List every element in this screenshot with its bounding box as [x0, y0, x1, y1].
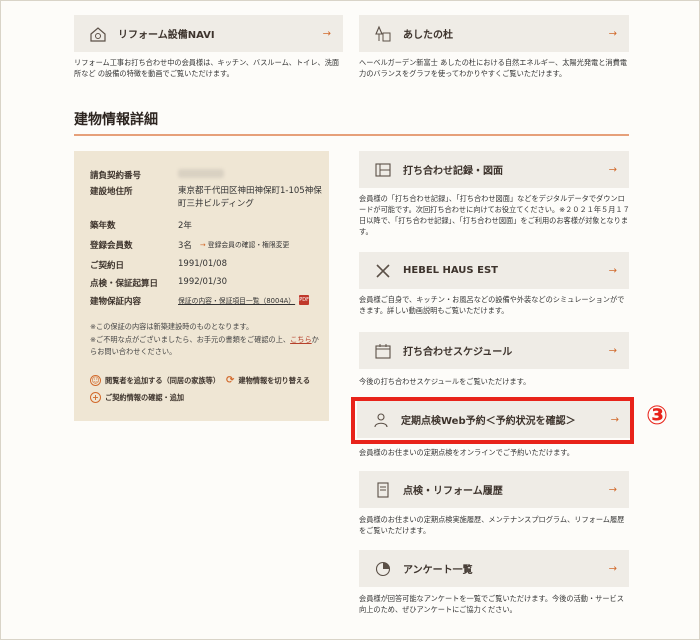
info-row-warranty-content: 建物保証内容 保証の内容・保証項目一覧（8004A） PDF — [90, 295, 310, 307]
calendar-icon — [373, 341, 393, 361]
card-title: あしたの杜 — [403, 30, 453, 41]
pdf-icon: PDF — [299, 295, 310, 305]
card-description: 会員様のお住まいの定期点検実施履歴、メンテナンスプログラム、リフォーム履歴をご覧… — [359, 515, 625, 535]
arrow-right-icon: → — [608, 484, 617, 495]
card-description: 会員様が回答可能なアンケートを一覧でご覧いただけます。今後の活動・サービス向上の… — [359, 594, 624, 614]
plus-icon: + — [90, 392, 101, 403]
forest-building-icon — [373, 24, 393, 44]
card-description: 今後の打ち合わせスケジュールをご覧いただけます。 — [359, 377, 531, 386]
card-reform-navi[interactable]: リフォーム設備NAVI → — [74, 15, 343, 52]
card-description: 会員様の「打ち合わせ記録」、「打ち合わせ図面」などをデジタルデータでダウンロード… — [359, 194, 630, 236]
info-row-member-count: 登録会員数 3名 → 登録会員の確認・権限変更 — [90, 239, 290, 251]
section-divider — [74, 134, 629, 136]
arrow-right-icon: → — [608, 265, 617, 276]
history-icon — [373, 480, 393, 500]
info-row-contract-number: 請負契約番号 — [90, 169, 224, 181]
blueprint-icon — [373, 160, 393, 180]
card-description: 会員様のお住まいの定期点検をオンラインでご予約いただけます。 — [359, 448, 574, 457]
arrow-right-icon: → — [608, 164, 617, 175]
callout-number: ③ — [646, 401, 669, 431]
note-line: ※この保証の内容は新築建設時のものとなります。 — [90, 322, 254, 331]
highlight-box — [351, 397, 634, 444]
note-line: ※ご不明な点がございましたら、お手元の書類をご確認の上、こちらからお問い合わせく… — [90, 335, 319, 356]
redacted-value — [178, 169, 224, 178]
pie-chart-icon — [373, 559, 393, 579]
card-survey-list[interactable]: アンケート一覧 → — [359, 550, 629, 587]
contract-add-link[interactable]: + ご契約情報の確認・追加 — [90, 392, 184, 403]
card-meeting-records[interactable]: 打ち合わせ記録・図面 → — [359, 151, 629, 188]
card-description: 会員様ご自身で、キッチン・お風呂などの設備や外装などのシミュレーションができます… — [359, 295, 625, 315]
info-row-address: 建設地住所 東京都千代田区神田神保町1-105神保町三井ビルディング — [90, 186, 322, 209]
card-hebel-haus-est[interactable]: HEBEL HAUS EST → — [359, 252, 629, 289]
card-description: ヘーベルガーデン新富士 あしたの杜における自然エネルギー、太陽光発電と消費電力の… — [359, 58, 627, 78]
info-row-contract-date: ご契約日 1991/01/08 — [90, 259, 227, 271]
card-ashita-no-mori[interactable]: あしたの杜 → — [359, 15, 629, 52]
building-info-panel: 請負契約番号 建設地住所 東京都千代田区神田神保町1-105神保町三井ビルディン… — [74, 151, 329, 421]
card-description: リフォーム工事お打ち合わせ中の会員様は、キッチン、バスルーム、トイレ、洗面所など… — [74, 58, 340, 78]
switch-building-link[interactable]: ⟳ 建物情報を切り替える — [226, 375, 310, 386]
info-row-warranty-start: 点検・保証起算日 1992/01/30 — [90, 277, 227, 289]
arrow-right-icon: → — [608, 345, 617, 356]
tools-icon — [373, 261, 393, 281]
house-gear-icon — [88, 24, 108, 44]
card-title: リフォーム設備NAVI — [118, 30, 215, 41]
warranty-pdf-link[interactable]: 保証の内容・保証項目一覧（8004A） — [178, 295, 295, 307]
switch-icon: ⟳ — [226, 375, 235, 386]
arrow-right-icon: → — [322, 28, 331, 39]
arrow-right-icon: → — [199, 241, 208, 249]
info-row-building-age: 築年数 2年 — [90, 221, 192, 231]
contact-link[interactable]: こちら — [290, 335, 312, 344]
add-viewer-link[interactable]: ☺ 閲覧者を追加する（同居の家族等） — [90, 375, 220, 386]
add-person-icon: ☺ — [90, 375, 101, 386]
card-meeting-schedule[interactable]: 打ち合わせスケジュール → — [359, 332, 629, 369]
arrow-right-icon: → — [608, 28, 617, 39]
arrow-right-icon: → — [608, 563, 617, 574]
card-inspection-history[interactable]: 点検・リフォーム履歴 → — [359, 471, 629, 508]
page-frame: リフォーム設備NAVI → リフォーム工事お打ち合わせ中の会員様は、キッチン、バ… — [0, 0, 700, 640]
member-management-link[interactable]: → 登録会員の確認・権限変更 — [200, 239, 289, 251]
section-title: 建物情報詳細 — [74, 112, 158, 128]
